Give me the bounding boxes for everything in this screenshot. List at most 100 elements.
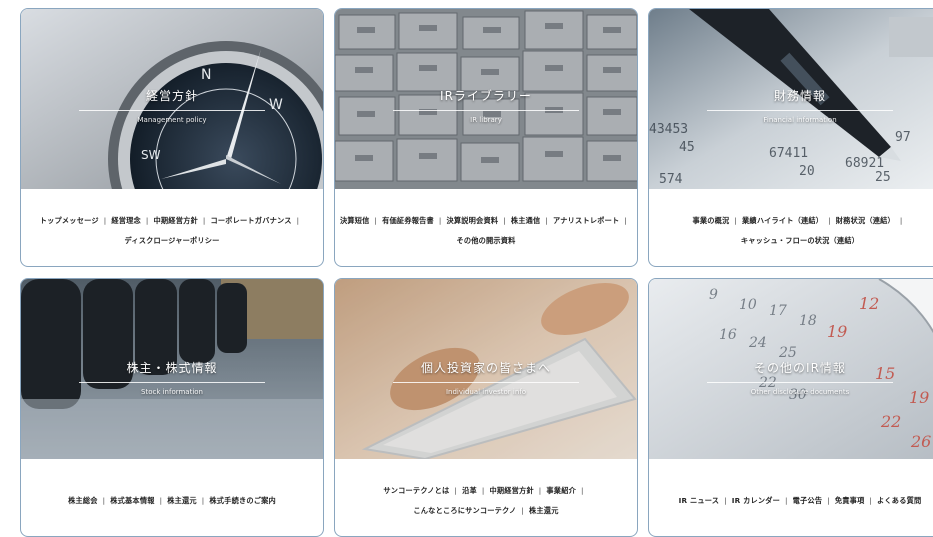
- card-ir-library[interactable]: IRライブラリー IR library 決算短信 | 有価証券報告書 | 決算説明会資料…: [334, 8, 638, 267]
- title-divider: [79, 110, 265, 111]
- link-other-disclosures[interactable]: その他の開示資料: [456, 236, 515, 245]
- separator: |: [545, 216, 549, 225]
- link-disclosure-policy[interactable]: ディスクロージャーポリシー: [124, 236, 219, 245]
- separator: |: [454, 486, 458, 495]
- link-sanko-techno-here[interactable]: こんなところにサンコーテクノ: [413, 506, 516, 515]
- separator: |: [734, 216, 738, 225]
- link-kessan-tanshin[interactable]: 決算短信: [340, 216, 370, 225]
- svg-text:18: 18: [799, 313, 817, 329]
- link-briefing-materials[interactable]: 決算説明会資料: [447, 216, 499, 225]
- link-shareholder-returns[interactable]: 株主還元: [167, 496, 197, 505]
- card-subtitle: Management policy: [137, 116, 207, 124]
- card-title: その他のIR情報: [754, 361, 846, 375]
- link-row: 決算短信 | 有価証券報告書 | 決算説明会資料 | 株主通信 | アナリストレポート |: [340, 211, 632, 231]
- link-philosophy[interactable]: 経営理念: [111, 216, 141, 225]
- link-analyst-report[interactable]: アナリストレポート: [553, 216, 619, 225]
- file-cabinet-image[interactable]: IRライブラリー IR library: [335, 9, 637, 189]
- separator: |: [624, 216, 628, 225]
- link-disclaimer[interactable]: 免責事項: [835, 496, 865, 505]
- card-subtitle: Individual investor info: [445, 388, 527, 396]
- link-shareholder-newsletter[interactable]: 株主通信: [511, 216, 541, 225]
- svg-text:25: 25: [875, 170, 891, 185]
- link-performance-highlights[interactable]: 業績ハイライト（連結）: [742, 216, 823, 225]
- svg-text:N: N: [201, 67, 211, 83]
- svg-text:97: 97: [895, 130, 911, 145]
- link-cash-flow[interactable]: キャッシュ・フローの状況（連結）: [741, 236, 859, 245]
- svg-text:10: 10: [739, 297, 757, 313]
- card-subtitle: IR library: [470, 116, 502, 124]
- link-list: トップメッセージ | 経営理念 | 中期経営方針 | コーポレートガバナンス | ディスクロー…: [21, 199, 323, 263]
- svg-text:9: 9: [709, 287, 718, 303]
- separator: |: [145, 216, 149, 225]
- separator: |: [159, 496, 163, 505]
- card-financial-information[interactable]: 43453 45 67411 20 68921 25 574 97 財務情報 Financ…: [648, 8, 933, 267]
- link-electronic-notice[interactable]: 電子公告: [793, 496, 823, 505]
- link-faq[interactable]: よくある質問: [877, 496, 921, 505]
- link-business-introduction[interactable]: 事業紹介: [546, 486, 576, 495]
- card-stock-information[interactable]: 株主・株式情報 Stock information 株主総会 | 株式基本情報 | 株主…: [20, 278, 324, 537]
- card-other-ir-information[interactable]: 9 10 17 18 16 24 25 22 30 12 19 15 19 26 22 その他のIR…: [648, 278, 933, 537]
- link-financial-status[interactable]: 財務状況（連結）: [836, 216, 895, 225]
- compass-image[interactable]: N W SW 経営方針 Management policy: [21, 9, 323, 189]
- link-about-sanko-techno[interactable]: サンコーテクノとは: [383, 486, 449, 495]
- svg-text:SW: SW: [141, 148, 161, 162]
- separator: |: [438, 216, 442, 225]
- card-individual-investors[interactable]: 個人投資家の皆さまへ Individual investor info サンコー…: [334, 278, 638, 537]
- title-divider: [707, 110, 893, 111]
- svg-text:17: 17: [769, 303, 787, 319]
- link-list: IR ニュース | IR カレンダー | 電子公告 | 免責事項 | よくある質問: [649, 469, 933, 533]
- link-securities-report[interactable]: 有価証券報告書: [382, 216, 434, 225]
- title-divider: [393, 110, 579, 111]
- link-row: 株主総会 | 株式基本情報 | 株主還元 | 株式手続きのご案内: [68, 491, 276, 511]
- separator: |: [828, 216, 831, 225]
- link-list: 事業の概況 | 業績ハイライト（連結） | 財務状況（連結） | キャッシュ・フローの状況…: [649, 199, 933, 263]
- link-general-meeting[interactable]: 株主総会: [68, 496, 98, 505]
- svg-text:12: 12: [859, 294, 879, 313]
- link-business-overview[interactable]: 事業の概況: [692, 216, 729, 225]
- link-row: IR ニュース | IR カレンダー | 電子公告 | 免責事項 | よくある質問: [679, 491, 922, 511]
- link-shareholder-returns[interactable]: 株主還元: [529, 506, 559, 515]
- separator: |: [202, 216, 206, 225]
- binders-image[interactable]: 株主・株式情報 Stock information: [21, 279, 323, 459]
- separator: |: [827, 496, 830, 505]
- link-stock-procedures[interactable]: 株式手続きのご案内: [209, 496, 276, 505]
- link-list: 株主総会 | 株式基本情報 | 株主還元 | 株式手続きのご案内: [21, 469, 323, 533]
- link-row: トップメッセージ | 経営理念 | 中期経営方針 | コーポレートガバナンス |: [40, 211, 304, 231]
- svg-text:24: 24: [748, 335, 767, 351]
- card-title: 財務情報: [773, 89, 826, 103]
- card-title: 株主・株式情報: [126, 361, 218, 375]
- link-row: サンコーテクノとは | 沿革 | 中期経営方針 | 事業紹介 |: [383, 481, 588, 501]
- card-management-policy[interactable]: N W SW 経営方針 Management policy トップメッセージ | 経…: [20, 8, 324, 267]
- link-list: 決算短信 | 有価証券報告書 | 決算説明会資料 | 株主通信 | アナリストレポート | その他…: [335, 199, 637, 263]
- card-title: 経営方針: [145, 89, 198, 103]
- title-divider: [707, 382, 893, 383]
- separator: |: [899, 216, 903, 225]
- svg-text:68921: 68921: [845, 156, 884, 171]
- separator: |: [580, 486, 584, 495]
- separator: |: [374, 216, 378, 225]
- svg-text:574: 574: [659, 172, 683, 187]
- link-ir-calendar[interactable]: IR カレンダー: [732, 496, 780, 505]
- calendar-image[interactable]: 9 10 17 18 16 24 25 22 30 12 19 15 19 26 22 その他のIR…: [649, 279, 933, 459]
- link-ir-news[interactable]: IR ニュース: [679, 496, 720, 505]
- link-mid-term-policy[interactable]: 中期経営方針: [154, 216, 198, 225]
- link-stock-basic-info[interactable]: 株式基本情報: [110, 496, 154, 505]
- link-history[interactable]: 沿革: [462, 486, 477, 495]
- svg-text:43453: 43453: [649, 122, 688, 137]
- link-top-message[interactable]: トップメッセージ: [40, 216, 99, 225]
- card-subtitle: Other disclosure documents: [750, 388, 850, 396]
- separator: |: [503, 216, 506, 225]
- separator: |: [296, 216, 300, 225]
- card-title: IRライブラリー: [440, 89, 532, 103]
- link-mid-term-policy[interactable]: 中期経営方針: [489, 486, 533, 495]
- separator: |: [103, 216, 107, 225]
- separator: |: [201, 496, 205, 505]
- title-divider: [79, 382, 265, 383]
- link-row: こんなところにサンコーテクノ | 株主還元: [413, 501, 558, 521]
- link-list: サンコーテクノとは | 沿革 | 中期経営方針 | 事業紹介 | こんなところにサンコーテクノ…: [335, 469, 637, 533]
- tablet-image[interactable]: 個人投資家の皆さまへ Individual investor info: [335, 279, 637, 459]
- pen-and-figures-image[interactable]: 43453 45 67411 20 68921 25 574 97 財務情報 Financ…: [649, 9, 933, 189]
- separator: |: [869, 496, 873, 505]
- svg-text:20: 20: [799, 164, 815, 179]
- link-corporate-governance[interactable]: コーポレートガバナンス: [210, 216, 291, 225]
